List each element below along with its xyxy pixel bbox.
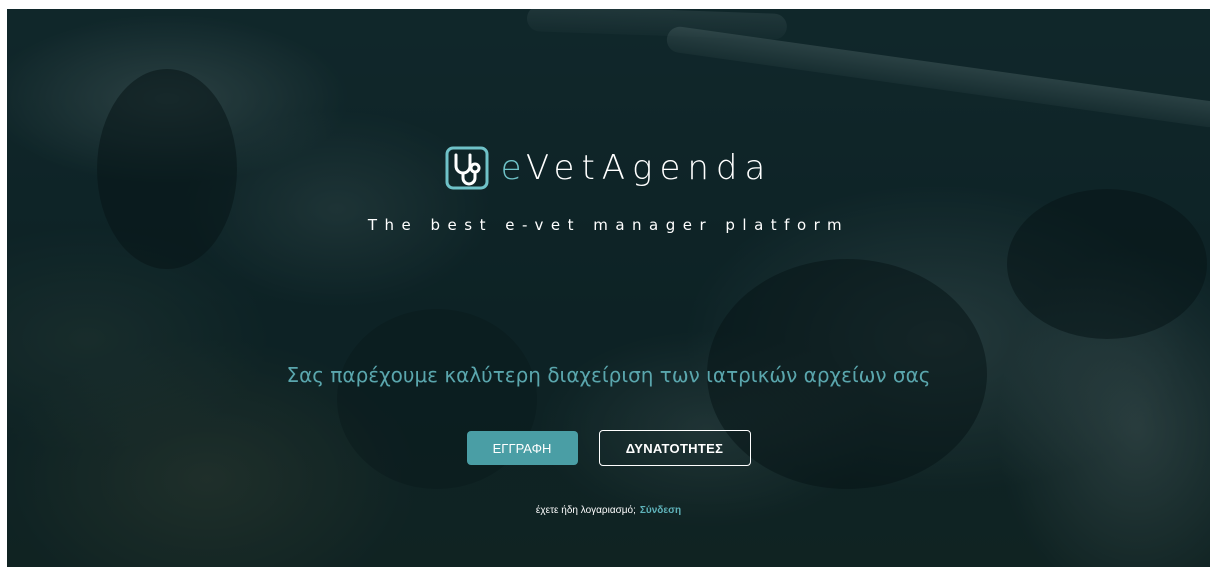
hero-actions: ΕΓΓΡΑΦΗ ΔΥΝΑΤΟΤΗΤΕΣ [7,430,1210,466]
stethoscope-icon [445,146,489,190]
login-prompt-text: έχετε ήδη λογαριασμό; [535,505,636,516]
brand-name-accent: e [500,148,526,188]
features-button[interactable]: ΔΥΝΑΤΟΤΗΤΕΣ [598,430,751,466]
login-prompt: έχετε ήδη λογαριασμό; Σύνδεση [7,505,1210,516]
hero-section: eVetAgenda The best e-vet manager platfo… [7,9,1210,567]
tagline: The best e-vet manager platform [367,216,850,234]
login-link[interactable]: Σύνδεση [640,505,681,516]
brand-name: eVetAgenda [501,148,773,188]
brand-name-rest: VetAgenda [525,148,773,188]
brand-logo: eVetAgenda [7,146,1210,190]
hero-subtitle: Σας παρέχουμε καλύτερη διαχείριση των ια… [286,363,931,387]
register-button[interactable]: ΕΓΓΡΑΦΗ [466,431,578,465]
